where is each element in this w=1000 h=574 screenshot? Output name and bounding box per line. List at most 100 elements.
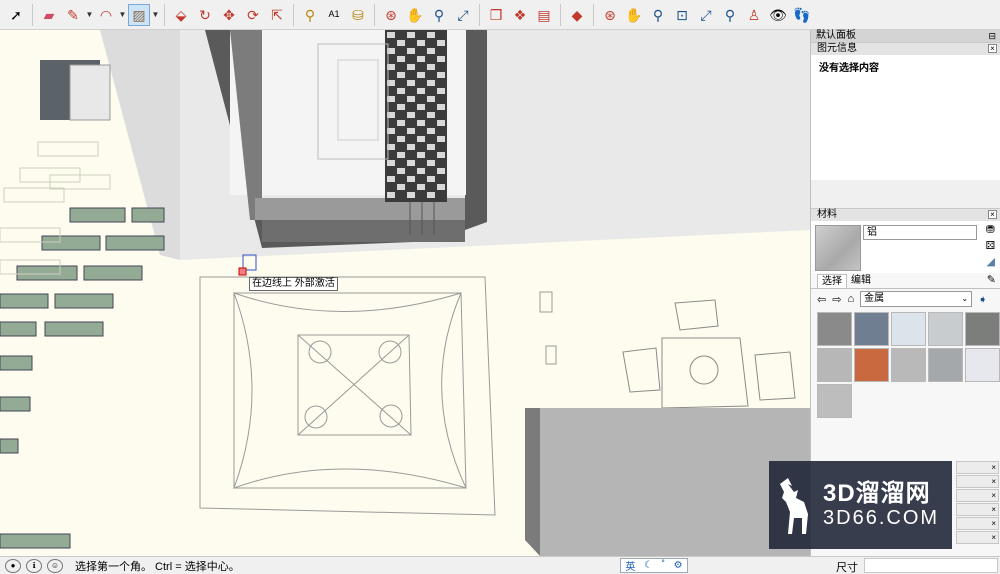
component-tool-icon[interactable]: ❒: [485, 4, 507, 26]
material-swatch[interactable]: [891, 312, 926, 346]
style-tool-icon[interactable]: ▤: [533, 4, 555, 26]
tab-select[interactable]: 选择: [817, 274, 847, 288]
pencil-dropdown-icon[interactable]: ▼: [85, 10, 94, 19]
material-swatch[interactable]: [965, 348, 1000, 382]
material-swatch[interactable]: [817, 348, 852, 382]
close-icon[interactable]: ×: [988, 210, 997, 219]
mosaic-tile: [397, 168, 405, 174]
zoom-extents-tool-icon[interactable]: ⤢: [452, 4, 474, 26]
look-around-icon[interactable]: 👁: [767, 4, 789, 26]
push-pull-tool-icon[interactable]: ⬙: [170, 4, 192, 26]
zoom-extents-camera-icon[interactable]: ⤢: [695, 4, 717, 26]
back-arrow-icon[interactable]: ⇦: [817, 293, 826, 306]
display-secondary-icon[interactable]: ⛃: [986, 223, 995, 236]
ruby-console-icon[interactable]: ◆: [566, 4, 588, 26]
orbit-camera-icon[interactable]: ⊛: [599, 4, 621, 26]
zoom-tool-icon[interactable]: ⚲: [428, 4, 450, 26]
ime-indicator[interactable]: 英 ☾ ˚ ⚙: [620, 558, 688, 573]
geo-location-icon[interactable]: ●: [5, 558, 21, 573]
floor-tile: [0, 396, 31, 412]
arc-tool-icon[interactable]: ◠: [95, 4, 117, 26]
pan-tool-icon[interactable]: ✋: [404, 4, 426, 26]
credits-icon[interactable]: ℹ: [26, 558, 42, 573]
cursor-endpoint-marker: [238, 267, 247, 276]
small-object: [545, 345, 557, 365]
floor-tile: [0, 355, 33, 371]
position-camera-icon[interactable]: ♙: [743, 4, 765, 26]
text-tool-icon[interactable]: A1: [323, 4, 345, 26]
home-icon[interactable]: ⌂: [847, 293, 854, 305]
toolbar-separator: [32, 3, 33, 26]
material-swatch[interactable]: [965, 312, 1000, 346]
zoom-window-icon[interactable]: ⊡: [671, 4, 693, 26]
counter-block: [525, 408, 810, 556]
collection-value: 金属: [864, 293, 885, 304]
orbit-tool-icon[interactable]: ⊛: [380, 4, 402, 26]
material-name-field[interactable]: 铝: [863, 225, 977, 240]
group-tool-icon[interactable]: ❖: [509, 4, 531, 26]
mosaic-tile: [417, 120, 425, 126]
close-icon[interactable]: ×: [991, 505, 996, 514]
material-swatch[interactable]: [817, 312, 852, 346]
default-material-icon[interactable]: ◢: [987, 255, 995, 268]
material-swatch[interactable]: [817, 384, 852, 418]
arc-dropdown-icon[interactable]: ▼: [118, 10, 127, 19]
eraser-tool-icon[interactable]: ▰: [38, 4, 60, 26]
pan-camera-icon[interactable]: ✋: [623, 4, 645, 26]
mosaic-tile: [427, 176, 435, 182]
close-icon[interactable]: ×: [988, 44, 997, 53]
tab-edit[interactable]: 编辑: [847, 274, 875, 288]
collapsed-tray[interactable]: ×: [956, 475, 999, 488]
model-viewport[interactable]: 在边线上 外部激活: [0, 30, 810, 556]
watermark-line2: 3D66.COM: [823, 507, 940, 529]
move-tool-icon[interactable]: ✥: [218, 4, 240, 26]
rotate-tool-icon[interactable]: ⟳: [242, 4, 264, 26]
pencil-tool-icon[interactable]: ✎: [62, 4, 84, 26]
material-swatch[interactable]: [854, 312, 889, 346]
mosaic-tile: [417, 40, 425, 46]
mosaic-tile: [387, 192, 395, 198]
walk-icon[interactable]: 👣: [791, 4, 813, 26]
collapsed-tray[interactable]: ×: [956, 503, 999, 516]
scale-tool-icon[interactable]: ⇱: [266, 4, 288, 26]
material-swatch[interactable]: [928, 312, 963, 346]
material-swatch[interactable]: [928, 348, 963, 382]
tape-measure-tool-icon[interactable]: ⚲: [299, 4, 321, 26]
mosaic-tile: [437, 184, 445, 190]
collapsed-tray[interactable]: ×: [956, 489, 999, 502]
material-collection-select[interactable]: 金属 ⌄: [860, 291, 973, 307]
dimension-input[interactable]: [864, 558, 998, 573]
previous-view-icon[interactable]: ⚲: [719, 4, 741, 26]
close-icon[interactable]: ×: [991, 533, 996, 542]
entity-info-header[interactable]: 图元信息 ×: [811, 42, 1000, 55]
pin-icon[interactable]: ⊟: [988, 30, 996, 42]
mosaic-tile: [387, 176, 395, 182]
toolbar-separator: [593, 3, 594, 26]
mosaic-tile: [407, 64, 415, 70]
collapsed-tray[interactable]: ×: [956, 517, 999, 530]
create-material-icon[interactable]: ⚄: [985, 239, 995, 252]
collapsed-tray[interactable]: ×: [956, 461, 999, 474]
close-icon[interactable]: ×: [991, 463, 996, 472]
forward-arrow-icon[interactable]: ⇨: [832, 293, 841, 306]
sample-paint-icon[interactable]: ✎: [987, 273, 996, 286]
details-arrow-icon[interactable]: ➧: [978, 293, 987, 306]
materials-header[interactable]: 材料 ×: [811, 208, 1000, 221]
mosaic-tile: [437, 40, 445, 46]
material-swatch[interactable]: [891, 348, 926, 382]
zoom-camera-icon[interactable]: ⚲: [647, 4, 669, 26]
rectangle-dropdown-icon[interactable]: ▼: [151, 10, 160, 19]
close-icon[interactable]: ×: [991, 519, 996, 528]
material-swatch[interactable]: [854, 348, 889, 382]
collapsed-tray[interactable]: ×: [956, 531, 999, 544]
collapsed-trays: × × × × × ×: [956, 461, 999, 545]
follow-me-tool-icon[interactable]: ↻: [194, 4, 216, 26]
select-tool-icon[interactable]: ➚: [5, 4, 27, 26]
close-icon[interactable]: ×: [991, 491, 996, 500]
rectangle-tool-icon[interactable]: ▨: [128, 3, 150, 26]
mosaic-tile: [437, 88, 445, 94]
user-icon[interactable]: ☺: [47, 558, 63, 573]
mosaic-tile: [437, 104, 445, 110]
close-icon[interactable]: ×: [991, 477, 996, 486]
paint-bucket-tool-icon[interactable]: ⛁: [347, 4, 369, 26]
